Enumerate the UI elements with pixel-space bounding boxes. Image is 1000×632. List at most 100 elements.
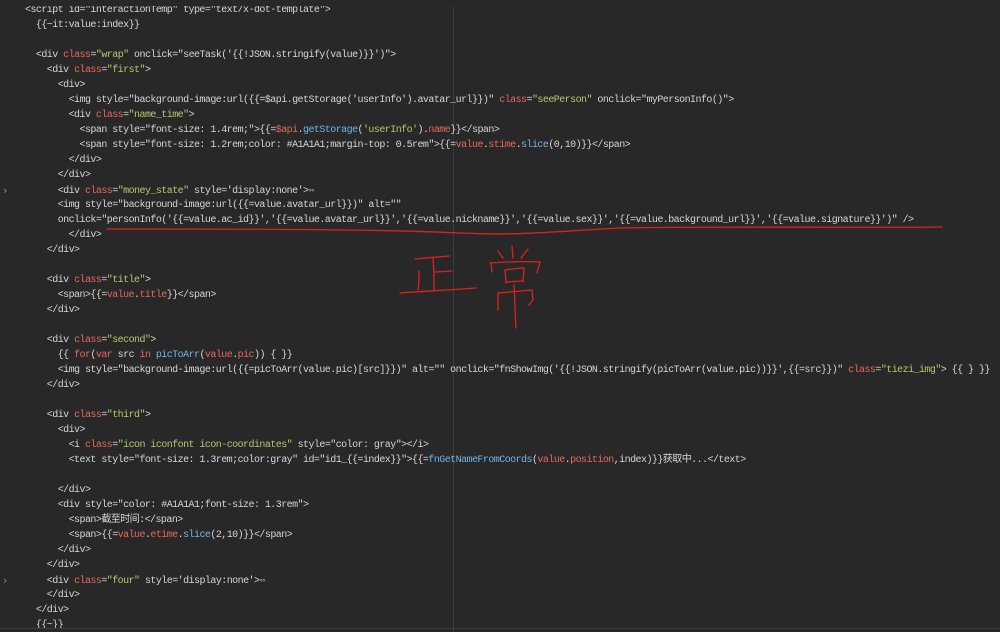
code-area[interactable]: <script id="interactionTemp" type="text/… <box>25 3 1000 632</box>
code-line[interactable]: <div class="four" style='display:none'>⇔ <box>25 573 1000 588</box>
gutter-cell <box>0 33 20 48</box>
gutter-cell <box>0 348 20 363</box>
code-line[interactable]: </div> <box>25 543 1000 558</box>
code-line[interactable] <box>25 393 1000 408</box>
keyword: for <box>74 349 91 361</box>
gutter-cell <box>0 288 20 303</box>
gutter-cell <box>0 138 20 153</box>
code-line[interactable]: </div> <box>25 153 1000 168</box>
attribute-value: "wrap" <box>95 49 129 61</box>
code-line[interactable]: <span style="font-size: 1.2rem;color: #A… <box>25 138 1000 153</box>
attribute-value: "money_state" <box>117 185 189 197</box>
code-line[interactable]: <div class="money_state" style='display:… <box>25 183 1000 198</box>
code-line[interactable]: <span>{{=value.title}}</span> <box>25 288 1000 303</box>
code-line[interactable] <box>25 258 1000 273</box>
attribute-name: class <box>499 94 527 106</box>
code-line[interactable] <box>25 33 1000 48</box>
code-line[interactable]: </div> <box>25 303 1000 318</box>
code-line[interactable]: {{~it:value:index}} <box>25 18 1000 33</box>
gutter-cell <box>0 618 20 632</box>
code-text: <div <box>25 274 75 286</box>
function-name: getStorage <box>303 124 358 136</box>
code-line[interactable]: </div> <box>25 603 1000 618</box>
variable-name: etime <box>150 529 178 541</box>
code-line[interactable]: <div class="title"> <box>25 273 1000 288</box>
status-bar-border <box>0 628 1000 629</box>
code-text: )) { }} <box>254 349 293 361</box>
code-text: <div> <box>25 79 86 91</box>
code-line[interactable]: <div> <box>25 78 1000 93</box>
variable-name: title <box>139 289 167 301</box>
fold-marker-icon[interactable]: ⇔ <box>308 185 314 196</box>
code-text: style='display:none'> <box>139 575 260 587</box>
attribute-value: "name_time" <box>128 109 190 121</box>
code-line[interactable]: <div class="wrap" onclick="seeTask('{{!J… <box>25 48 1000 63</box>
variable-name: name <box>428 124 451 136</box>
code-line[interactable]: </div> <box>25 228 1000 243</box>
code-line[interactable]: onclick="personInfo('{{=value.ac_id}}','… <box>25 213 1000 228</box>
attribute-value: "title" <box>106 274 146 286</box>
code-text: ). <box>417 124 429 136</box>
code-line[interactable] <box>25 468 1000 483</box>
code-line[interactable]: </div> <box>25 243 1000 258</box>
attribute-value: "tiezi_img" <box>880 364 942 376</box>
variable-name: value <box>117 529 146 541</box>
code-line[interactable]: <text style="font-size: 1.3rem;color:gra… <box>25 453 1000 468</box>
gutter-cell <box>0 228 20 243</box>
variable-name: position <box>570 454 614 466</box>
attribute-name: class <box>848 364 876 376</box>
code-text: {{ <box>25 349 75 361</box>
fold-arrow-icon[interactable]: › <box>3 574 7 587</box>
code-text: onclick="myPersonInfo()"> <box>591 94 734 106</box>
code-text: > <box>188 109 195 121</box>
gutter-cell <box>0 408 20 423</box>
code-text: </div> <box>25 229 102 241</box>
code-text: <span>{{= <box>25 289 108 301</box>
code-line[interactable]: <span>{{=value.etime.slice(2,10)}}</span… <box>25 528 1000 543</box>
code-text: > <box>144 274 151 286</box>
code-line[interactable]: </div> <box>25 483 1000 498</box>
code-line[interactable]: <img style="background-image:url({{=$api… <box>25 93 1000 108</box>
variable-name: pic <box>237 349 255 361</box>
code-line[interactable]: <span>截至时间:</span> <box>25 513 1000 528</box>
code-line[interactable]: {{~}} <box>25 618 1000 632</box>
gutter-cell <box>0 423 20 438</box>
code-text: {{~it:value:index}} <box>25 19 140 31</box>
fold-marker-icon[interactable]: ⇔ <box>259 575 265 586</box>
code-line[interactable]: </div> <box>25 558 1000 573</box>
attribute-name: class <box>84 185 113 197</box>
code-line[interactable]: <div class="third"> <box>25 408 1000 423</box>
code-text: </div> <box>25 304 80 316</box>
code-line[interactable]: <div> <box>25 423 1000 438</box>
gutter-cell <box>0 603 20 618</box>
code-line[interactable]: </div> <box>25 168 1000 183</box>
variable-name: value <box>455 139 484 151</box>
fold-arrow-icon[interactable]: › <box>3 184 7 197</box>
attribute-name: class <box>74 334 102 346</box>
gutter-cell <box>0 498 20 513</box>
attribute-name: class <box>95 109 124 121</box>
attribute-value: 'userInfo' <box>362 124 418 136</box>
code-line[interactable]: <i class="icon iconfont icon-coordinates… <box>25 438 1000 453</box>
gutter-cell <box>0 303 20 318</box>
code-line[interactable]: </div> <box>25 588 1000 603</box>
code-line[interactable]: <img style="background-image:url({{=picT… <box>25 363 1000 378</box>
code-text: (0,10)}}</span> <box>548 139 631 151</box>
code-text: </div> <box>25 169 91 181</box>
gutter-cell <box>0 123 20 138</box>
code-text: </div> <box>25 604 69 616</box>
code-line[interactable] <box>25 318 1000 333</box>
code-line[interactable]: <span style="font-size: 1.4rem;">{{=$api… <box>25 123 1000 138</box>
code-line[interactable]: <div class="first"> <box>25 63 1000 78</box>
code-editor[interactable]: › › <script id="interactionTemp" type="te… <box>0 0 1000 632</box>
code-text: (2,10)}}</span> <box>210 529 293 541</box>
gutter-cell <box>0 213 20 228</box>
code-line[interactable]: </div> <box>25 378 1000 393</box>
code-line[interactable]: {{ for(var src in picToArr(value.pic)) {… <box>25 348 1000 363</box>
code-line[interactable]: <img style="background-image:url({{=valu… <box>25 198 1000 213</box>
code-text: > <box>144 64 151 76</box>
code-line[interactable]: <div class="name_time"> <box>25 108 1000 123</box>
code-text: onclick="personInfo('{{=value.ac_id}}','… <box>25 214 914 226</box>
code-line[interactable]: <div class="second"> <box>25 333 1000 348</box>
code-line[interactable]: <div style="color: #A1A1A1;font-size: 1.… <box>25 498 1000 513</box>
